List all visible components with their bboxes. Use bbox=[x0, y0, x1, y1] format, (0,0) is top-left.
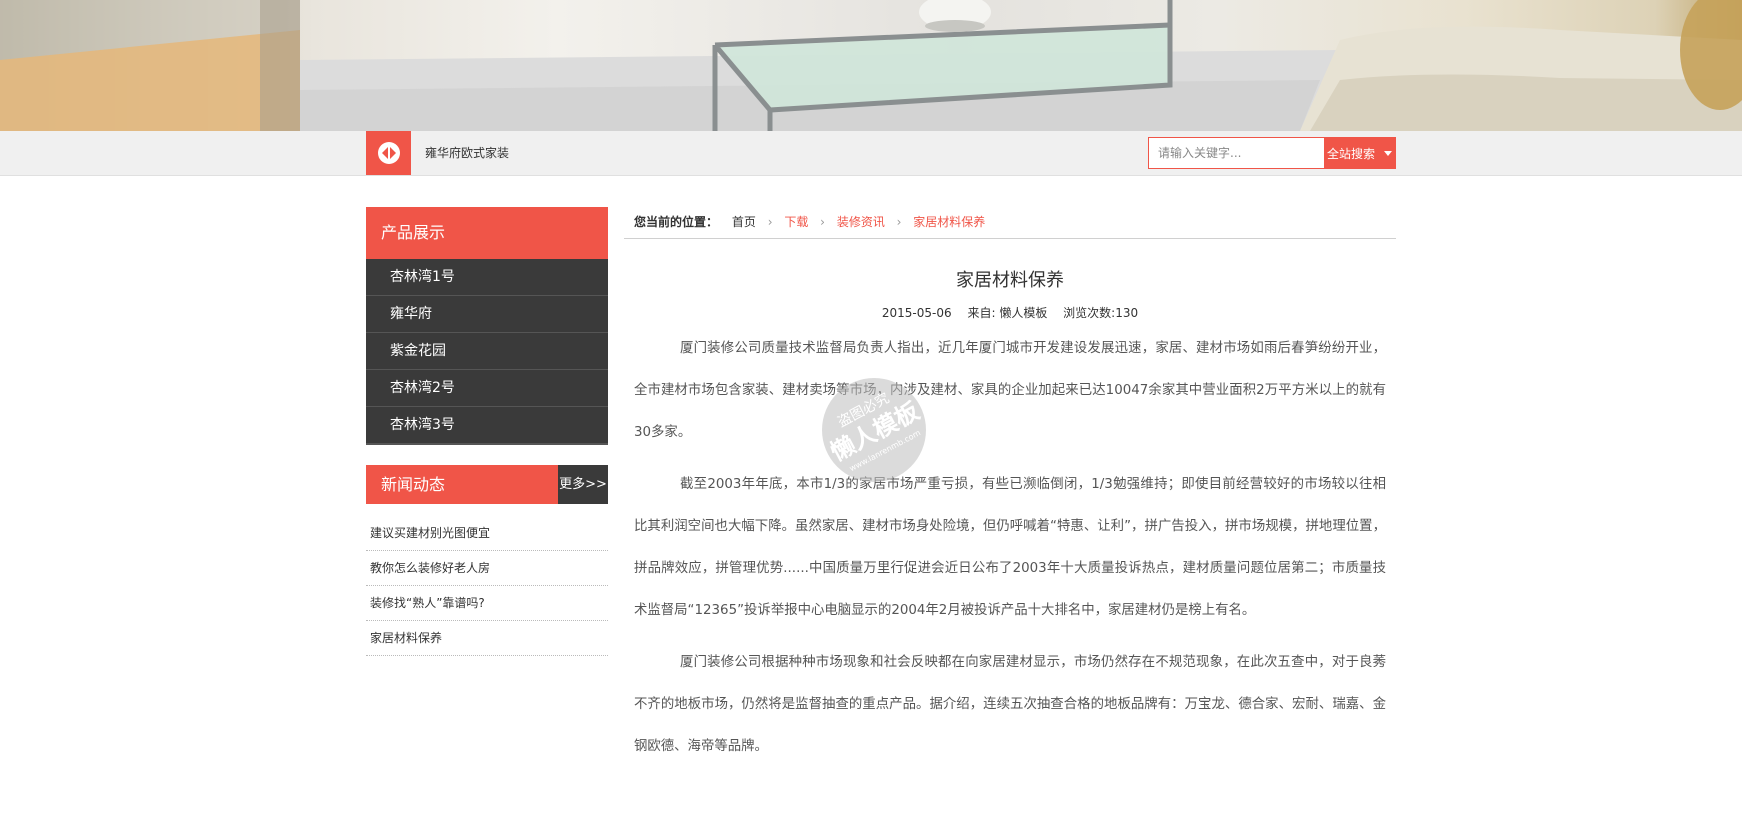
news-title: 新闻动态 bbox=[381, 475, 446, 494]
sidebar: 产品展示 杏林湾1号 雍华府 紫金花园 杏林湾2号 杏林湾3号 新闻动态 更多>… bbox=[366, 207, 608, 656]
news-header: 新闻动态 更多>> bbox=[366, 465, 608, 504]
breadcrumb-label: 您当前的位置： bbox=[634, 215, 719, 229]
product-item-3[interactable]: 紫金花园 bbox=[366, 333, 608, 370]
banner-illustration bbox=[0, 0, 1742, 131]
product-item-1[interactable]: 杏林湾1号 bbox=[366, 259, 608, 296]
banner-image bbox=[0, 0, 1742, 131]
chevron-right-icon: › bbox=[820, 215, 825, 229]
top-nav-bar: 雍华府欧式家装 全站搜索 bbox=[0, 131, 1742, 176]
products-list: 杏林湾1号 雍华府 紫金花园 杏林湾2号 杏林湾3号 bbox=[366, 259, 608, 445]
products-title: 产品展示 bbox=[366, 207, 608, 259]
site-name[interactable]: 雍华府欧式家装 bbox=[425, 131, 509, 175]
news-item-2[interactable]: 教你怎么装修好老人房 bbox=[366, 551, 608, 586]
logo-icon bbox=[377, 142, 400, 164]
chevron-right-icon: › bbox=[896, 215, 902, 229]
article-paragraph-3: 厦门装修公司根据种种市场现象和社会反映都在向家居建材显示，市场仍然存在不规范现象… bbox=[634, 655, 1386, 754]
news-item-1[interactable]: 建议买建材别光图便宜 bbox=[366, 516, 608, 551]
product-item-5[interactable]: 杏林湾3号 bbox=[366, 407, 608, 445]
search-button-label: 全站搜索 bbox=[1326, 146, 1375, 161]
article-source: 来自: 懒人模板 bbox=[967, 306, 1048, 320]
breadcrumb: 您当前的位置： 首页 › 下载 › 装修资讯 › 家居材料保养 bbox=[624, 207, 1396, 239]
search-button[interactable]: 全站搜索 bbox=[1324, 138, 1395, 168]
breadcrumb-download[interactable]: 下载 bbox=[784, 215, 808, 229]
search-box: 全站搜索 bbox=[1148, 137, 1396, 169]
news-list: 建议买建材别光图便宜 教你怎么装修好老人房 装修找“熟人”靠谱吗? 家居材料保养 bbox=[366, 516, 608, 656]
breadcrumb-home[interactable]: 首页 bbox=[732, 215, 756, 229]
site-logo[interactable] bbox=[366, 131, 411, 175]
search-input[interactable] bbox=[1149, 138, 1324, 168]
breadcrumb-current[interactable]: 家居材料保养 bbox=[913, 215, 985, 229]
article-date: 2015-05-06 bbox=[881, 306, 952, 320]
article-views: 浏览次数:130 bbox=[1063, 306, 1139, 320]
news-more-link[interactable]: 更多>> bbox=[558, 465, 608, 504]
article-title: 家居材料保养 bbox=[956, 270, 1064, 291]
news-item-4[interactable]: 家居材料保养 bbox=[366, 621, 608, 656]
main-content: 您当前的位置： 首页 › 下载 › 装修资讯 › 家居材料保养 家居材料保养 2… bbox=[624, 207, 1396, 768]
chevron-right-icon: › bbox=[767, 215, 773, 229]
product-item-2[interactable]: 雍华府 bbox=[366, 296, 608, 333]
chevron-down-icon bbox=[1384, 150, 1392, 156]
news-item-3[interactable]: 装修找“熟人”靠谱吗? bbox=[366, 586, 608, 621]
article-meta: 2015-05-06 来自: 懒人模板 浏览次数:130 bbox=[624, 304, 1396, 321]
product-item-4[interactable]: 杏林湾2号 bbox=[366, 370, 608, 407]
article-paragraph-1: 厦门装修公司质量技术监督局负责人指出，近几年厦门城市开发建设发展迅速，家居、建材… bbox=[634, 341, 1386, 440]
article-paragraph-2: 截至2003年年底，本市1/3的家居市场严重亏损，有些已濒临倒闭，1/3勉强维持… bbox=[634, 477, 1386, 618]
breadcrumb-decoration-news[interactable]: 装修资讯 bbox=[837, 215, 885, 229]
